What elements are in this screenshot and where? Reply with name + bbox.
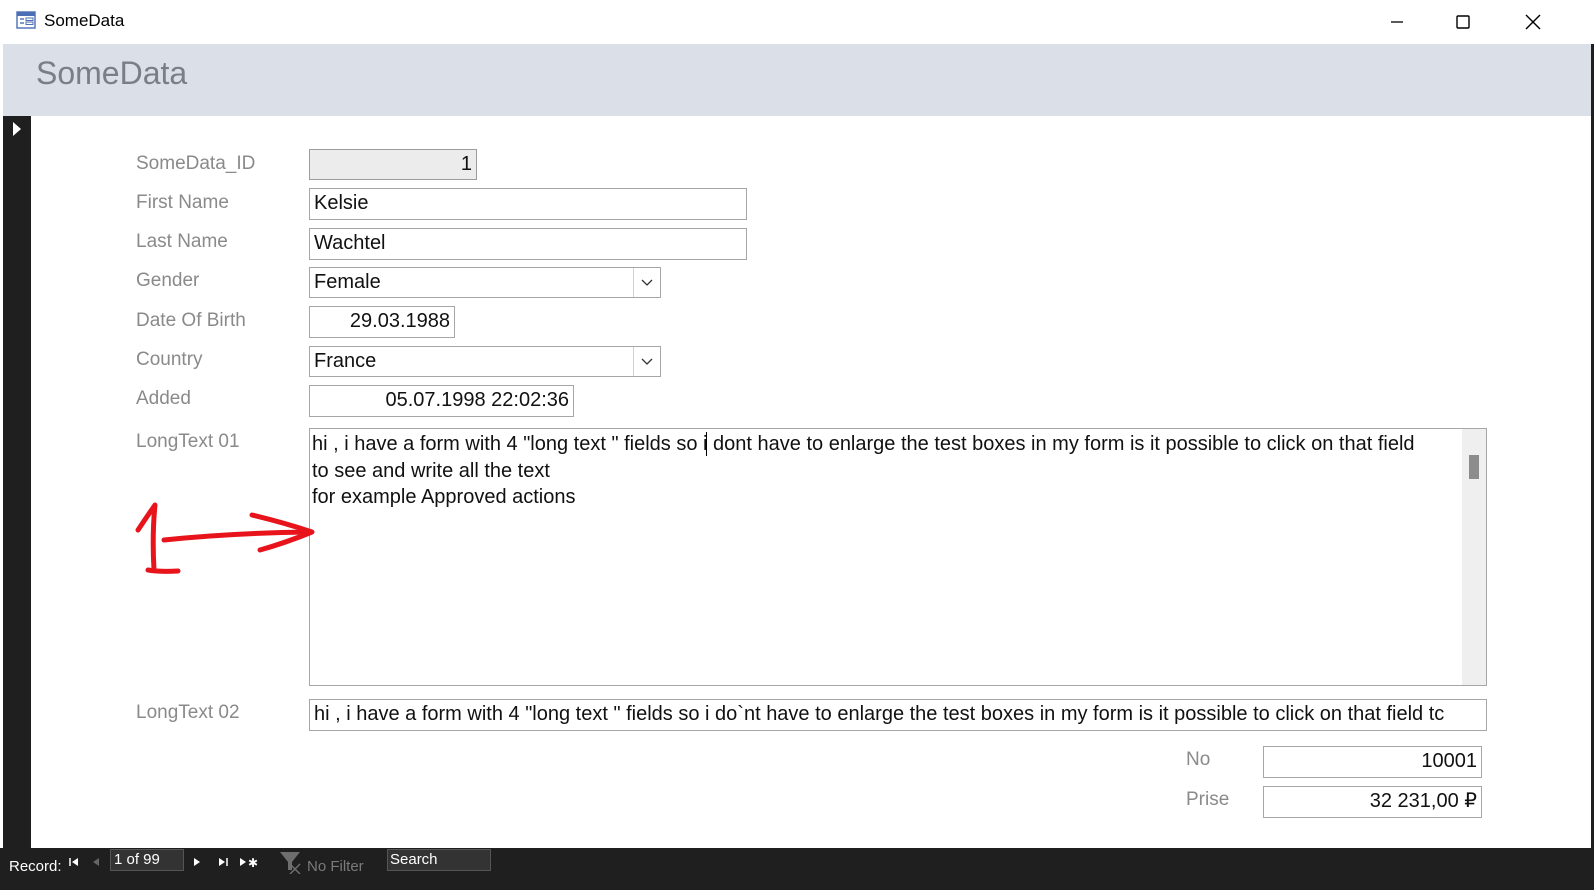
last-record-button[interactable] [216, 853, 230, 871]
maximize-button[interactable] [1428, 0, 1498, 44]
last-record-icon [219, 858, 228, 866]
someid-label: SomeData_ID [136, 153, 256, 174]
next-record-icon [194, 858, 200, 866]
previous-record-icon [93, 858, 99, 866]
window-title: SomeData [44, 11, 125, 30]
minimize-button[interactable] [1362, 0, 1432, 44]
first-record-icon [69, 858, 78, 866]
new-record-icon: ✱ [240, 856, 258, 869]
first-name-field[interactable]: Kelsie [309, 188, 747, 220]
added-field[interactable]: 05.07.1998 22:02:36 [309, 385, 574, 417]
new-record-button[interactable]: ✱ [238, 853, 260, 871]
close-button[interactable] [1498, 0, 1568, 44]
prise-label: Prise [1186, 789, 1230, 810]
gender-dropdown-button[interactable] [633, 268, 660, 297]
gender-label: Gender [136, 270, 200, 291]
prise-field[interactable]: 32 231,00 ₽ [1263, 786, 1482, 818]
form-app-icon [16, 11, 36, 29]
no-filter-button[interactable]: No Filter [307, 858, 364, 875]
title-bar: SomeData [0, 0, 1594, 44]
svg-text:✱: ✱ [248, 856, 258, 869]
no-label: No [1186, 749, 1211, 770]
gender-value: Female [314, 271, 381, 293]
chevron-down-icon [641, 279, 653, 286]
red-arrow-annotation [135, 502, 315, 574]
country-label: Country [136, 349, 203, 370]
first-name-label: First Name [136, 192, 229, 213]
chevron-down-icon [641, 358, 653, 365]
last-name-label: Last Name [136, 231, 228, 252]
longtext01-scrollbar[interactable] [1462, 429, 1486, 685]
search-input[interactable]: Search [387, 849, 491, 871]
scrollbar-thumb[interactable] [1469, 455, 1479, 479]
current-record-arrow-icon [13, 122, 21, 136]
someid-field[interactable]: 1 [309, 149, 477, 180]
last-name-field[interactable]: Wachtel [309, 228, 747, 260]
country-dropdown-button[interactable] [633, 347, 660, 376]
longtext01-label: LongText 01 [136, 431, 240, 452]
minimize-icon [1391, 21, 1403, 23]
longtext01-field[interactable]: hi , i have a form with 4 "long text " f… [309, 428, 1487, 686]
access-form-window: SomeData SomeData SomeData_ID 1 First Na… [0, 0, 1594, 890]
gender-combo[interactable]: Female [309, 267, 661, 298]
form-header-title: SomeData [36, 55, 188, 91]
maximize-icon [1456, 15, 1470, 29]
longtext01-text[interactable]: hi , i have a form with 4 "long text " f… [312, 431, 1452, 511]
record-label: Record: [9, 858, 62, 875]
longtext02-field[interactable]: hi , i have a form with 4 "long text " f… [309, 699, 1487, 731]
country-combo[interactable]: France [309, 346, 661, 377]
longtext02-label: LongText 02 [136, 702, 240, 723]
current-record-input[interactable]: 1 of 99 [110, 849, 184, 871]
text-cursor [706, 432, 707, 456]
no-field[interactable]: 10001 [1263, 746, 1482, 778]
record-selector-bar[interactable] [3, 116, 31, 848]
filter-funnel-icon [280, 852, 301, 874]
added-label: Added [136, 388, 191, 409]
form-header [3, 44, 1591, 116]
dob-label: Date Of Birth [136, 310, 246, 331]
country-value: France [314, 350, 377, 372]
previous-record-button[interactable] [90, 853, 102, 871]
next-record-button[interactable] [191, 853, 203, 871]
dob-field[interactable]: 29.03.1988 [309, 306, 455, 338]
first-record-button[interactable] [67, 853, 81, 871]
close-icon [1525, 14, 1541, 30]
